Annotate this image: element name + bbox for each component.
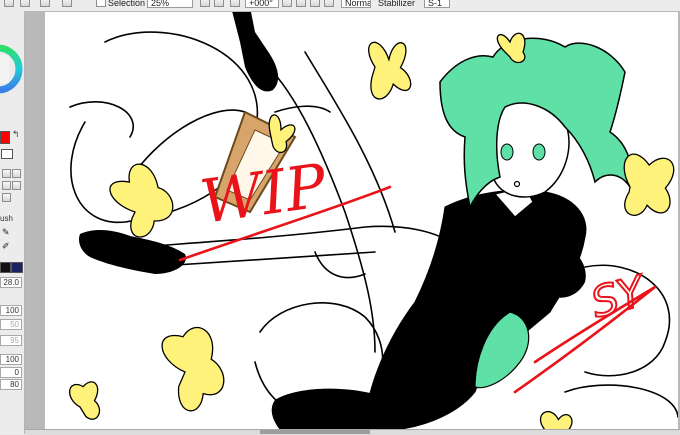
tool-slot-icon[interactable] [2, 181, 11, 190]
toolbar-tool-icon[interactable] [4, 0, 14, 7]
toolbar-tool-icon[interactable] [62, 0, 72, 7]
min-size-field[interactable]: 0 [0, 367, 22, 378]
wip-annotation: WIP [196, 151, 332, 238]
pen-tool-icon[interactable]: ✎ [2, 227, 10, 238]
tool-slot-icon[interactable] [2, 193, 11, 202]
butterfly [161, 326, 225, 412]
tool-panel: ↰ ush ✎ ✐ 28.0 100 50 95 100 0 80 [0, 11, 25, 434]
swap-colors-icon[interactable]: ↰ [12, 129, 20, 140]
primary-color-swatch[interactable] [0, 131, 10, 144]
top-toolbar: Selection 25% +000° Normal Stabilizer S-… [0, 0, 680, 12]
stabilizer-label: Stabilizer [378, 0, 416, 8]
rotate-right-icon[interactable] [282, 0, 292, 7]
flip-icon[interactable] [310, 0, 320, 7]
rotate-left-icon[interactable] [230, 0, 240, 7]
butterfly [539, 410, 573, 430]
blend-mode-select[interactable]: Normal [341, 0, 371, 8]
toolbar-tool-icon[interactable] [20, 0, 30, 7]
canvas-viewport[interactable]: WIP SY [25, 12, 680, 430]
tool-slot-icon[interactable] [12, 169, 21, 178]
butterfly [69, 381, 101, 420]
brush-shape-black[interactable] [0, 262, 11, 273]
density-field[interactable]: 100 [0, 305, 22, 316]
min-density-field[interactable]: 80 [0, 379, 22, 390]
toolbar-tool-icon[interactable] [40, 0, 50, 7]
artwork: WIP SY [69, 12, 678, 430]
butterfly [109, 163, 174, 238]
blending-field[interactable]: 50 [0, 319, 22, 330]
tool-slot-icon[interactable] [12, 181, 21, 190]
persistence-field[interactable]: 100 [0, 354, 22, 365]
dilution-field[interactable]: 95 [0, 335, 22, 346]
mirror-icon[interactable] [324, 0, 334, 7]
color-wheel-icon[interactable] [0, 11, 24, 121]
secondary-color-swatch[interactable] [1, 149, 13, 159]
zoom-in-icon[interactable] [214, 0, 224, 7]
rotation-select[interactable]: +000° [245, 0, 279, 8]
tool-slot-icon[interactable] [2, 169, 11, 178]
selection-label: Selection [108, 0, 146, 8]
zoom-select[interactable]: 25% [147, 0, 193, 8]
brush-shape-navy[interactable] [11, 262, 23, 273]
brush-label: ush [0, 214, 13, 223]
reset-rotation-icon[interactable] [296, 0, 306, 7]
scrollbar-thumb[interactable] [260, 430, 370, 434]
brush-size-field[interactable]: 28.0 [0, 277, 22, 288]
horizontal-scrollbar[interactable] [25, 429, 680, 435]
butterfly [623, 153, 675, 216]
marker-tool-icon[interactable]: ✐ [2, 241, 10, 252]
zoom-out-icon[interactable] [200, 0, 210, 7]
selection-checkbox[interactable] [96, 0, 106, 7]
drawing-canvas[interactable]: WIP SY [45, 12, 678, 430]
butterfly [368, 41, 412, 100]
stabilizer-select[interactable]: S-1 [424, 0, 450, 8]
